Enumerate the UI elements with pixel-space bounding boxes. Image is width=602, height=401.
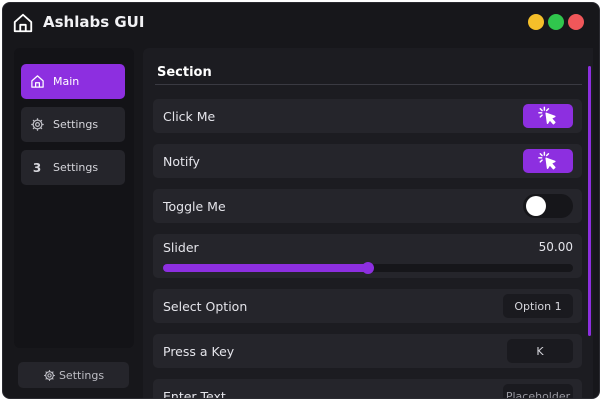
text-input-label: Enter Text bbox=[163, 389, 226, 399]
click-me-row: Click Me bbox=[153, 99, 582, 133]
keybind-row: Press a Key K bbox=[153, 334, 582, 368]
maximize-button[interactable] bbox=[548, 14, 564, 30]
app-window: Ashlabs GUI Main Settings 3 Settings Set… bbox=[2, 2, 600, 399]
keybind-button[interactable]: K bbox=[507, 339, 573, 363]
sidebar-item-main[interactable]: Main bbox=[21, 64, 125, 99]
number-3-icon: 3 bbox=[32, 160, 42, 175]
settings-footer-label: Settings bbox=[58, 368, 105, 382]
sidebar-item-label: Settings bbox=[53, 161, 99, 174]
minimize-button[interactable] bbox=[528, 14, 544, 30]
pointer-click-icon bbox=[538, 151, 556, 170]
slider-row: Slider 50.00 bbox=[153, 234, 582, 278]
slider-value: 50.00 bbox=[538, 240, 573, 254]
gear-icon bbox=[43, 369, 56, 382]
toggle-label: Toggle Me bbox=[163, 199, 226, 214]
app-title: Ashlabs GUI bbox=[43, 13, 145, 31]
keybind-label: Press a Key bbox=[163, 344, 235, 359]
slider-label: Slider bbox=[163, 240, 199, 255]
toggle-row: Toggle Me bbox=[153, 189, 582, 223]
notify-row: Notify bbox=[153, 144, 582, 178]
title-bar: Ashlabs GUI bbox=[3, 3, 599, 43]
option-dropdown[interactable]: Option 1 bbox=[503, 294, 573, 318]
select-label: Select Option bbox=[163, 299, 248, 314]
sidebar-item-label: Settings bbox=[53, 118, 99, 131]
sidebar-item-settings-3[interactable]: 3 Settings bbox=[21, 150, 125, 185]
sidebar: Main Settings 3 Settings bbox=[14, 48, 134, 348]
click-me-label: Click Me bbox=[163, 109, 216, 124]
sidebar-item-settings[interactable]: Settings bbox=[21, 107, 125, 142]
section-divider bbox=[155, 84, 582, 85]
slider-thumb[interactable] bbox=[362, 262, 374, 274]
close-button[interactable] bbox=[568, 14, 584, 30]
gear-icon bbox=[29, 117, 45, 133]
pointer-click-icon bbox=[538, 106, 556, 125]
sidebar-item-label: Main bbox=[53, 75, 80, 88]
home-icon bbox=[13, 13, 33, 33]
text-input[interactable]: Placeholder bbox=[503, 384, 573, 398]
section-title: Section bbox=[157, 65, 212, 80]
notify-label: Notify bbox=[163, 154, 200, 169]
toggle-knob bbox=[526, 196, 546, 216]
click-me-button[interactable] bbox=[523, 104, 573, 128]
slider-fill bbox=[163, 264, 368, 272]
notify-button[interactable] bbox=[523, 149, 573, 173]
main-panel: Section Click Me Notify Toggle Me Slider… bbox=[143, 48, 593, 399]
select-row: Select Option Option 1 bbox=[153, 289, 582, 323]
text-input-row: Enter Text Placeholder bbox=[153, 379, 582, 399]
toggle-switch[interactable] bbox=[523, 194, 573, 218]
slider-track[interactable] bbox=[163, 262, 573, 274]
home-icon bbox=[29, 74, 45, 90]
scrollbar[interactable] bbox=[588, 66, 591, 336]
settings-footer-button[interactable]: Settings bbox=[18, 362, 129, 388]
